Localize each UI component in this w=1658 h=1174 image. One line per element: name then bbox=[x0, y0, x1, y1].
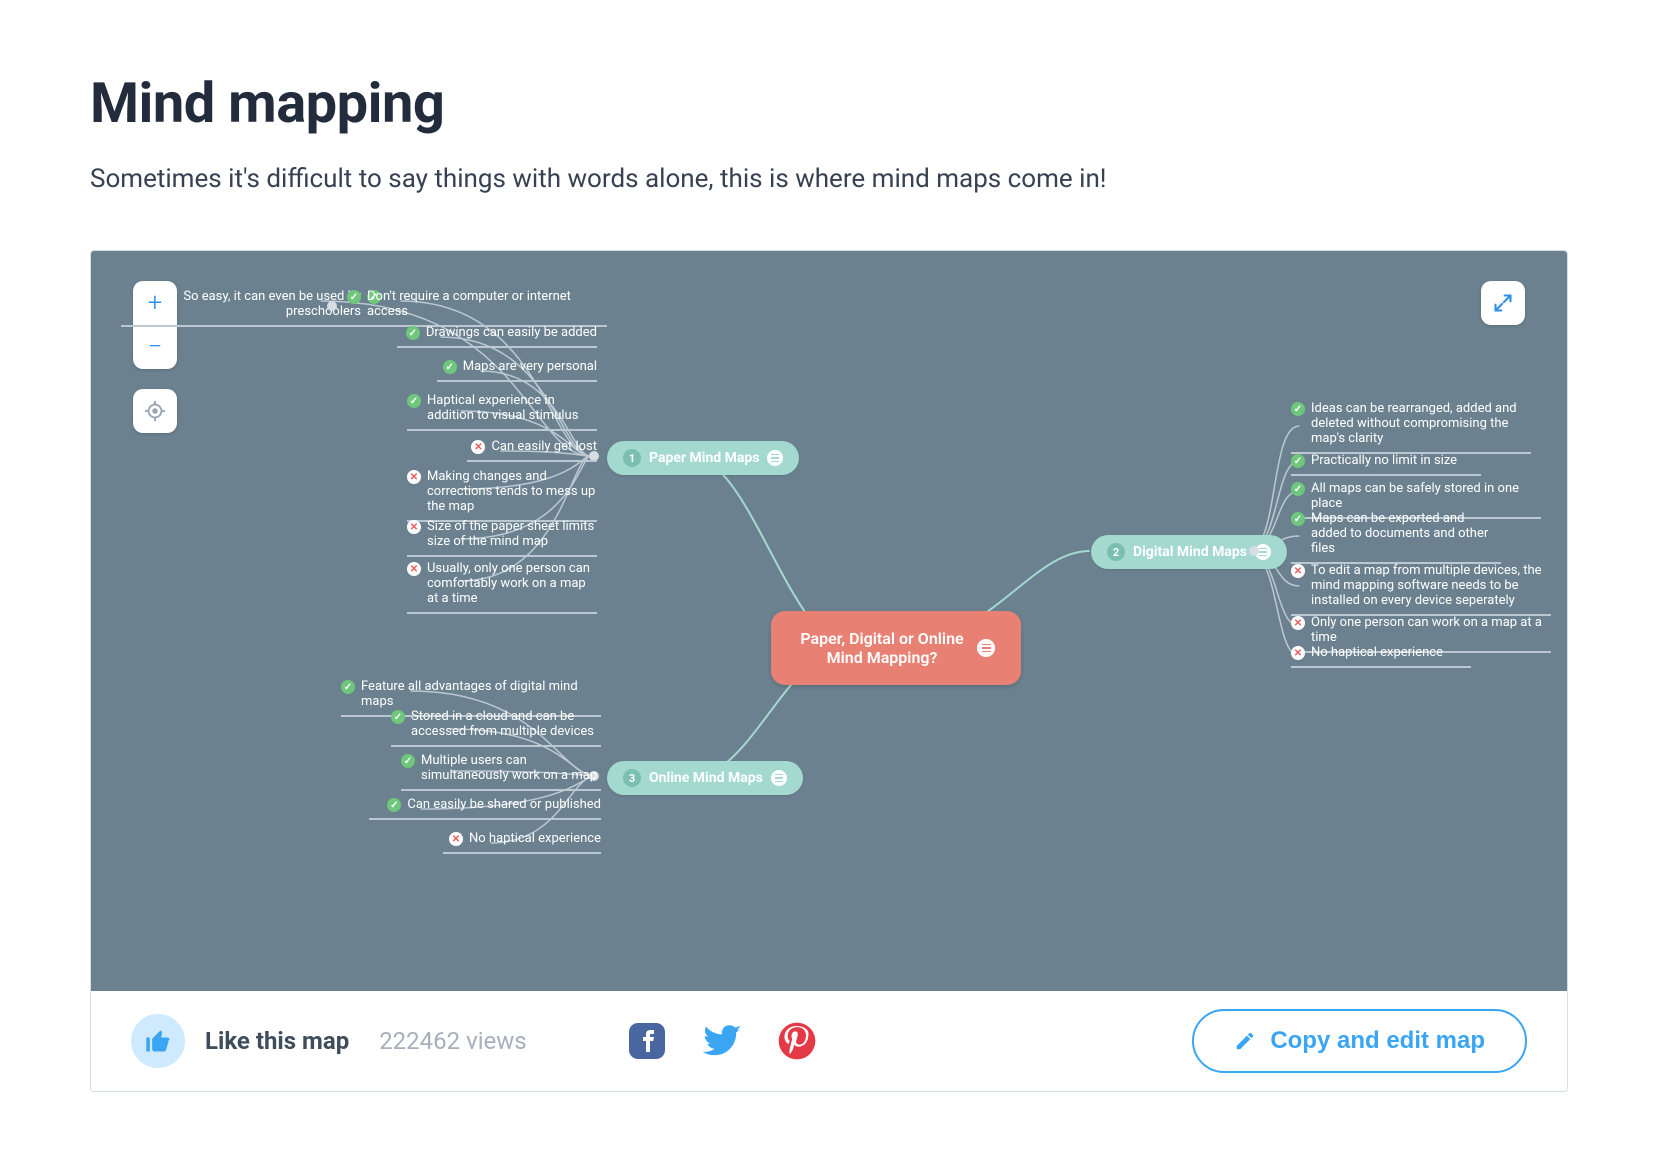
leaf-node[interactable]: ✓ Maps can be exported and added to docum… bbox=[1291, 507, 1501, 564]
leaf-text: Practically no limit in size bbox=[1311, 453, 1457, 468]
check-icon: ✓ bbox=[1291, 482, 1305, 496]
share-pinterest-button[interactable] bbox=[777, 1021, 817, 1061]
leaf-text: Can easily be shared or published bbox=[407, 797, 601, 812]
copy-edit-button[interactable]: Copy and edit map bbox=[1192, 1009, 1527, 1073]
node-menu-icon[interactable] bbox=[977, 639, 995, 657]
cross-icon: ✕ bbox=[407, 520, 421, 534]
cross-icon: ✕ bbox=[407, 470, 421, 484]
branch-label: Paper Mind Maps bbox=[649, 450, 759, 466]
leaf-node[interactable]: ✓ Stored in a cloud and can be accessed f… bbox=[391, 705, 601, 747]
check-icon: ✓ bbox=[1291, 454, 1305, 468]
connector-dot bbox=[1249, 546, 1259, 556]
check-icon: ✓ bbox=[387, 798, 401, 812]
social-share bbox=[627, 1020, 817, 1062]
share-facebook-button[interactable] bbox=[627, 1021, 667, 1061]
twitter-icon bbox=[701, 1020, 743, 1062]
leaf-text: Multiple users can simultaneously work o… bbox=[421, 753, 601, 783]
check-icon: ✓ bbox=[347, 290, 361, 304]
leaf-text: To edit a map from multiple devices, the… bbox=[1311, 563, 1551, 608]
leaf-node[interactable]: ✓ Ideas can be rearranged, added and dele… bbox=[1291, 397, 1531, 454]
check-icon: ✓ bbox=[1291, 402, 1305, 416]
check-icon: ✓ bbox=[407, 394, 421, 408]
thumbs-up-icon bbox=[144, 1027, 172, 1055]
leaf-node[interactable]: ✓ Maps are very personal bbox=[437, 355, 597, 382]
leaf-text: So easy, it can even be used by preschoo… bbox=[121, 289, 361, 319]
leaf-node[interactable]: ✓ Practically no limit in size bbox=[1291, 449, 1481, 476]
leaf-text: Stored in a cloud and can be accessed fr… bbox=[411, 709, 601, 739]
node-menu-icon[interactable] bbox=[771, 770, 787, 786]
branch-label: Digital Mind Maps bbox=[1133, 544, 1247, 560]
like-label: Like this map bbox=[205, 1027, 349, 1055]
page-title: Mind mapping bbox=[90, 70, 1568, 136]
check-icon: ✓ bbox=[341, 680, 355, 694]
branch-online[interactable]: 3 Online Mind Maps bbox=[607, 761, 803, 795]
cross-icon: ✕ bbox=[471, 440, 485, 454]
leaf-text: Ideas can be rearranged, added and delet… bbox=[1311, 401, 1531, 446]
leaf-text: Size of the paper sheet limits size of t… bbox=[427, 519, 597, 549]
share-twitter-button[interactable] bbox=[701, 1020, 743, 1062]
leaf-text: No haptical experience bbox=[1311, 645, 1443, 660]
branch-number: 1 bbox=[623, 449, 641, 467]
leaf-node[interactable]: ✕ No haptical experience bbox=[1291, 641, 1471, 668]
check-icon: ✓ bbox=[443, 360, 457, 374]
leaf-text: Can easily get lost bbox=[491, 439, 597, 454]
like-button[interactable] bbox=[131, 1014, 185, 1068]
leaf-text: Drawings can easily be added bbox=[426, 325, 597, 340]
leaf-text: Don't require a computer or internet acc… bbox=[367, 289, 607, 319]
root-label: Paper, Digital or Online Mind Mapping? bbox=[797, 629, 967, 667]
leaf-text: Haptical experience in addition to visua… bbox=[427, 393, 597, 423]
check-icon: ✓ bbox=[401, 754, 415, 768]
leaf-node[interactable]: ✓ Drawings can easily be added bbox=[397, 321, 597, 348]
leaf-node[interactable]: ✓ Multiple users can simultaneously work … bbox=[401, 749, 601, 791]
node-menu-icon[interactable] bbox=[767, 450, 783, 466]
map-frame: + − bbox=[90, 250, 1568, 1092]
cross-icon: ✕ bbox=[1291, 646, 1305, 660]
page-subtitle: Sometimes it's difficult to say things w… bbox=[90, 164, 1568, 194]
pencil-icon bbox=[1234, 1030, 1256, 1052]
leaf-node[interactable]: ✕ Making changes and corrections tends to… bbox=[407, 465, 597, 522]
leaf-node[interactable]: ✕ Can easily get lost bbox=[467, 435, 597, 462]
leaf-node[interactable]: ✓ Can easily be shared or published bbox=[369, 793, 601, 820]
leaf-node[interactable]: ✕ No haptical experience bbox=[443, 827, 601, 854]
facebook-icon bbox=[627, 1021, 667, 1061]
mindmap-canvas[interactable]: + − bbox=[91, 251, 1567, 991]
leaf-text: No haptical experience bbox=[469, 831, 601, 846]
leaf-node[interactable]: ✓ Haptical experience in addition to visu… bbox=[407, 389, 597, 431]
cross-icon: ✕ bbox=[1291, 564, 1305, 578]
cross-icon: ✕ bbox=[1291, 616, 1305, 630]
check-icon: ✓ bbox=[391, 710, 405, 724]
map-footer: Like this map 222462 views bbox=[91, 991, 1567, 1091]
leaf-node[interactable]: ✕ Usually, only one person can comfortabl… bbox=[407, 557, 597, 614]
pinterest-icon bbox=[777, 1021, 817, 1061]
branch-paper[interactable]: 1 Paper Mind Maps bbox=[607, 441, 799, 475]
leaf-text: Making changes and corrections tends to … bbox=[427, 469, 597, 514]
view-count: 222462 views bbox=[379, 1027, 527, 1055]
leaf-text: Usually, only one person can comfortably… bbox=[427, 561, 597, 606]
copy-edit-label: Copy and edit map bbox=[1270, 1027, 1485, 1055]
leaf-text: Maps are very personal bbox=[463, 359, 597, 374]
check-icon: ✓ bbox=[406, 326, 420, 340]
leaf-node[interactable]: So easy, it can even be used by preschoo… bbox=[121, 285, 381, 327]
cross-icon: ✕ bbox=[407, 562, 421, 576]
root-node[interactable]: Paper, Digital or Online Mind Mapping? bbox=[771, 611, 1021, 685]
leaf-node[interactable]: ✕ Size of the paper sheet limits size of … bbox=[407, 515, 597, 557]
branch-number: 3 bbox=[623, 769, 641, 787]
connector-dot bbox=[327, 301, 337, 311]
branch-label: Online Mind Maps bbox=[649, 770, 763, 786]
check-icon: ✓ bbox=[1291, 512, 1305, 526]
branch-number: 2 bbox=[1107, 543, 1125, 561]
cross-icon: ✕ bbox=[449, 832, 463, 846]
leaf-node[interactable]: ✕ To edit a map from multiple devices, th… bbox=[1291, 559, 1551, 616]
leaf-text: Maps can be exported and added to docume… bbox=[1311, 511, 1501, 556]
